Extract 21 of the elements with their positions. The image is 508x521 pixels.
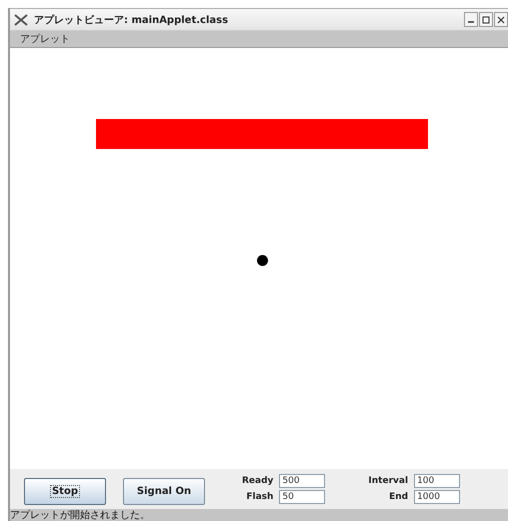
input-field[interactable]: 100 xyxy=(414,474,460,488)
field-label: Ready xyxy=(242,476,274,486)
window-title: アプレットビューア: mainApplet.class xyxy=(34,13,228,26)
close-icon xyxy=(497,16,505,24)
field-label: Interval xyxy=(368,476,408,486)
input-field[interactable]: 50 xyxy=(279,490,326,504)
minimize-icon xyxy=(468,21,474,23)
menu-item[interactable]: アプレット xyxy=(20,32,70,46)
circle-dot xyxy=(257,255,268,266)
field-label: End xyxy=(389,492,408,502)
input-field[interactable]: 500 xyxy=(279,474,326,488)
maximize-icon xyxy=(482,16,490,24)
x-logo-icon xyxy=(14,14,28,26)
field-label: Flash xyxy=(246,492,274,502)
input-field[interactable]: 1000 xyxy=(414,490,460,504)
close-button[interactable] xyxy=(494,12,508,27)
action-button[interactable]: Stop xyxy=(24,478,106,504)
maximize-button[interactable] xyxy=(479,12,493,27)
status-text: アプレットが開始されました。 xyxy=(10,510,150,521)
minimize-button[interactable] xyxy=(464,12,478,27)
action-button[interactable]: Signal On xyxy=(123,478,205,504)
